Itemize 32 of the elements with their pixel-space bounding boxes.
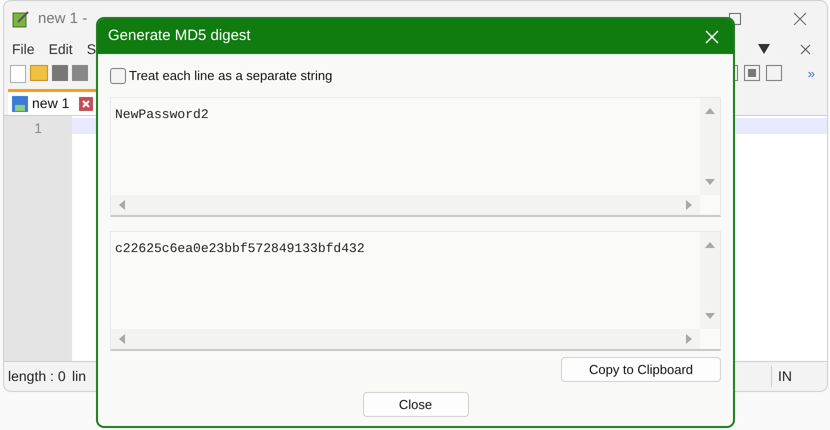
editor-tab[interactable]: new 1 xyxy=(8,89,98,115)
scroll-right-icon[interactable] xyxy=(684,200,694,210)
text-content: NewPassword2 xyxy=(115,107,209,122)
menu-item[interactable]: File xyxy=(12,38,35,60)
dialog-title: Generate MD5 digest xyxy=(108,26,252,46)
save-icon xyxy=(12,96,28,112)
notepad-icon xyxy=(12,10,30,28)
checkbox-label[interactable]: Treat each line as a separate string xyxy=(129,66,332,86)
scroll-down-icon[interactable] xyxy=(705,177,715,187)
status-text: IN xyxy=(771,366,823,387)
status-text: length : 0 xyxy=(8,367,67,386)
text-content: c22625c6ea0e23bbf572849133bfd432 xyxy=(115,241,365,256)
menu-item[interactable]: S xyxy=(86,38,96,60)
scroll-up-icon[interactable] xyxy=(705,240,715,250)
dropdown-icon[interactable] xyxy=(758,44,770,54)
output-text-area[interactable]: c22625c6ea0e23bbf572849133bfd432 xyxy=(110,231,721,351)
menu-item[interactable]: Edit xyxy=(48,38,73,60)
close-icon[interactable] xyxy=(79,96,94,110)
close-button[interactable]: Close xyxy=(362,392,468,417)
window-title: new 1 - xyxy=(38,8,88,29)
input-text-area[interactable]: NewPassword2 xyxy=(110,97,721,217)
checkbox[interactable] xyxy=(110,68,126,84)
status-text: lin xyxy=(72,367,86,386)
scroll-right-icon[interactable] xyxy=(684,334,694,344)
scroll-left-icon[interactable] xyxy=(117,334,127,344)
copy-button[interactable]: Copy to Clipboard xyxy=(561,357,721,382)
close-icon[interactable] xyxy=(793,12,807,26)
line-number: 1 xyxy=(34,119,42,138)
close-icon[interactable] xyxy=(800,44,811,54)
scroll-left-icon[interactable] xyxy=(117,200,127,210)
scroll-down-icon[interactable] xyxy=(705,311,715,321)
more-icon[interactable]: » xyxy=(808,64,815,84)
